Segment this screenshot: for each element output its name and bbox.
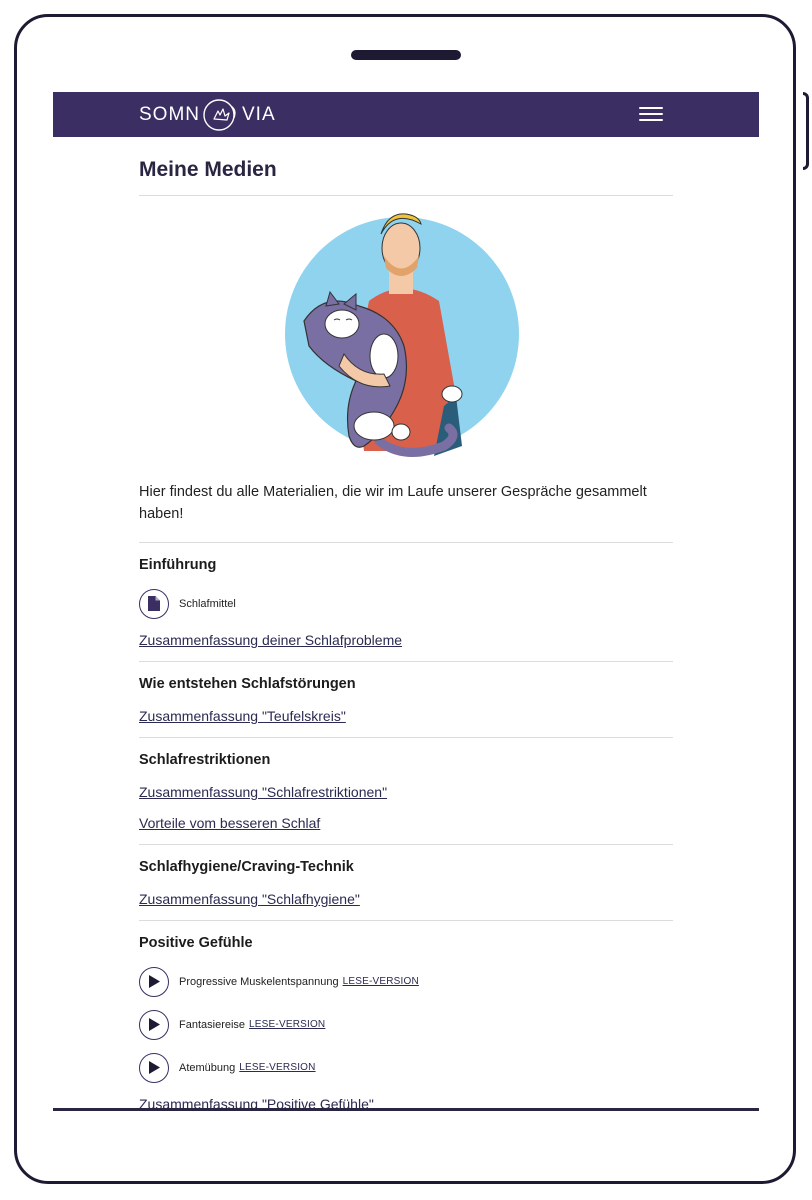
play-icon[interactable] (139, 1009, 169, 1040)
audio-label: Atemübung (179, 1061, 236, 1074)
section-einfuehrung: Einführung Schlafmittel Zusammenfassung … (139, 543, 673, 662)
section-title: Einführung (139, 557, 217, 573)
section-title: Schlafrestriktionen (139, 752, 271, 768)
man-holding-cat-illustration (285, 213, 519, 457)
hamburger-menu-icon[interactable] (639, 104, 663, 124)
link-vorteile-besserer-schlaf[interactable]: Vorteile vom besseren Schlaf (139, 813, 673, 834)
audio-item: Fantasiereise LESE-VERSION (139, 1008, 673, 1041)
play-icon[interactable] (139, 966, 169, 997)
play-icon[interactable] (139, 1052, 169, 1083)
section-restriktionen: Schlafrestriktionen Zusammenfassung "Sch… (139, 738, 673, 845)
audio-item: Progressive Muskelentspannung LESE-VERSI… (139, 965, 673, 998)
link-zusammenfassung-schlafhygiene[interactable]: Zusammenfassung "Schlafhygiene" (139, 889, 673, 910)
audio-label: Fantasiereise (179, 1018, 246, 1031)
play-triangle-icon (149, 1018, 160, 1031)
menu-bar (639, 119, 663, 121)
file-icon (148, 596, 160, 611)
audio-item: Atemübung LESE-VERSION (139, 1051, 673, 1084)
document-icon[interactable] (139, 588, 169, 619)
section-positive-gefuehle: Positive Gefühle Progressive Muskelentsp… (139, 921, 673, 1110)
app-screen: SOMN VIA Meine Medien Hier findest du al… (53, 92, 759, 1110)
menu-bar (639, 113, 663, 115)
read-version-link[interactable]: LESE-VERSION (239, 1062, 315, 1073)
intro-text: Hier findest du alle Materialien, die wi… (139, 484, 647, 522)
section-entstehen: Wie entstehen Schlafstörungen Zusammenfa… (139, 662, 673, 738)
link-zusammenfassung-schlafrestriktionen[interactable]: Zusammenfassung "Schlafrestriktionen" (139, 782, 673, 803)
document-label[interactable]: Schlafmittel (179, 598, 236, 610)
tablet-speaker (351, 50, 461, 60)
link-zusammenfassung-schlafprobleme[interactable]: Zusammenfassung deiner Schlafprobleme (139, 630, 673, 651)
moon-cat-logo-icon (203, 99, 236, 131)
navbar: SOMN VIA (53, 92, 759, 137)
section-schlafhygiene: Schlafhygiene/Craving-Technik Zusammenfa… (139, 845, 673, 921)
somnovia-logo[interactable]: SOMN VIA (139, 97, 276, 133)
read-version-link[interactable]: LESE-VERSION (249, 1019, 325, 1030)
tablet-side-button (803, 92, 809, 170)
logo-text-left: SOMN (139, 104, 200, 125)
page-title: Meine Medien (139, 158, 277, 181)
play-triangle-icon (149, 1061, 160, 1074)
audio-label: Progressive Muskelentspannung (179, 975, 339, 988)
section-title: Wie entstehen Schlafstörungen (139, 676, 356, 692)
read-version-link[interactable]: LESE-VERSION (343, 976, 419, 987)
document-item: Schlafmittel (139, 587, 673, 620)
menu-bar (639, 107, 663, 109)
logo-text-right: VIA (242, 104, 276, 125)
play-triangle-icon (149, 975, 160, 988)
main-content: Meine Medien Hier findest du alle Materi… (139, 137, 673, 1110)
section-title: Positive Gefühle (139, 935, 253, 951)
link-zusammenfassung-teufelskreis[interactable]: Zusammenfassung "Teufelskreis" (139, 706, 673, 727)
section-title: Schlafhygiene/Craving-Technik (139, 859, 354, 875)
hero-illustration (139, 196, 673, 464)
screen-bottom-edge (53, 1108, 759, 1111)
